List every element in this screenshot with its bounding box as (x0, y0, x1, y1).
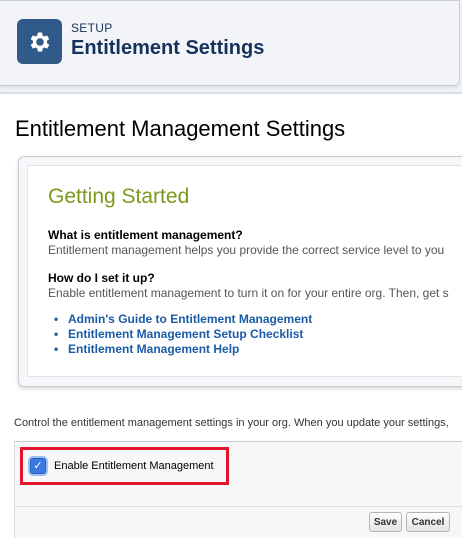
bullet-icon: • (54, 342, 59, 356)
question-how: How do I set it up? (48, 271, 155, 285)
gear-icon (17, 19, 62, 64)
setup-eyebrow: SETUP (71, 21, 113, 35)
save-button[interactable]: Save (369, 512, 402, 532)
bullet-icon: • (54, 312, 59, 326)
help-links-list: • Admin's Guide to Entitlement Management… (48, 312, 312, 357)
page-title: Entitlement Management Settings (15, 116, 346, 141)
link-admin-guide[interactable]: • Admin's Guide to Entitlement Management (48, 312, 312, 327)
getting-started-panel: Getting Started What is entitlement mana… (18, 156, 462, 387)
bullet-icon: • (54, 327, 59, 341)
link-help[interactable]: • Entitlement Management Help (48, 342, 312, 357)
control-description: Control the entitlement management setti… (14, 417, 449, 429)
divider (14, 506, 462, 507)
cancel-button[interactable]: Cancel (406, 512, 450, 532)
main-content: Entitlement Management Settings Getting … (0, 93, 462, 543)
top-bar: SETUP Entitlement Settings (0, 0, 462, 93)
link-admin-guide-label: Admin's Guide to Entitlement Management (68, 312, 313, 326)
getting-started-inner: Getting Started What is entitlement mana… (27, 165, 462, 377)
link-setup-checklist[interactable]: • Entitlement Management Setup Checklist (48, 327, 312, 342)
link-setup-checklist-label: Entitlement Management Setup Checklist (68, 327, 304, 341)
highlight-box (20, 447, 229, 485)
setup-header: SETUP Entitlement Settings (0, 0, 460, 86)
getting-started-title: Getting Started (48, 185, 190, 208)
link-help-label: Entitlement Management Help (68, 342, 240, 356)
question-what: What is entitlement management? (48, 228, 243, 242)
page-header-title: Entitlement Settings (71, 37, 265, 59)
answer-how: Enable entitlement management to turn it… (48, 286, 449, 300)
answer-what: Entitlement management helps you provide… (48, 243, 445, 257)
